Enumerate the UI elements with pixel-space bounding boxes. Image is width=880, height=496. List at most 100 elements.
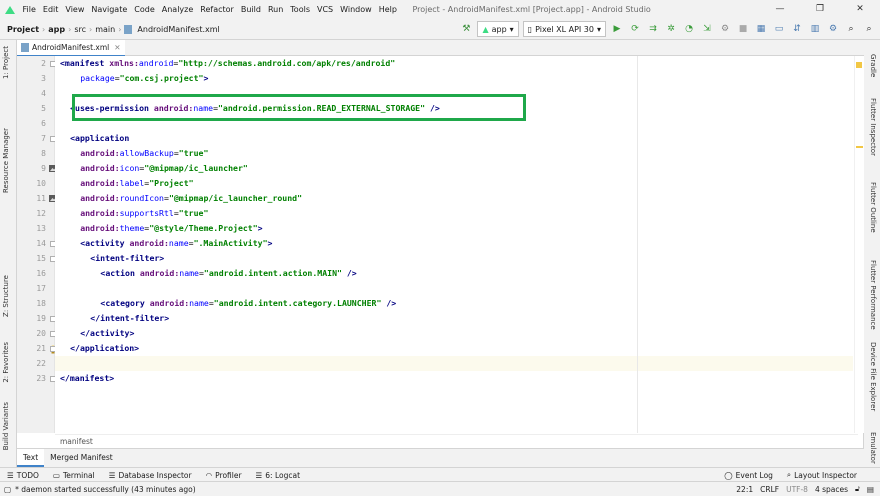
line-number[interactable]: 4: [17, 86, 46, 101]
indent-setting[interactable]: 4 spaces: [815, 485, 848, 494]
menu-item-window[interactable]: Window: [337, 5, 376, 14]
line-number[interactable]: 12: [17, 206, 46, 221]
code-line[interactable]: <intent-filter>: [55, 251, 853, 266]
hammer-icon[interactable]: ⚒: [459, 22, 473, 36]
close-tab-icon[interactable]: ✕: [114, 43, 120, 52]
code-line[interactable]: </activity>: [55, 326, 853, 341]
editor-tab-manifest[interactable]: AndroidManifest.xml ✕: [17, 40, 125, 57]
code-line[interactable]: </application>: [55, 341, 853, 356]
flutter-outline-tool-tab[interactable]: Flutter Outline: [869, 182, 877, 233]
flutter-inspector-tool-tab[interactable]: Flutter Inspector: [869, 98, 877, 156]
line-number[interactable]: 5: [17, 101, 46, 116]
xml-breadcrumb[interactable]: manifest: [55, 434, 858, 449]
line-number[interactable]: 20: [17, 326, 46, 341]
settings-icon[interactable]: ⚙: [826, 22, 840, 36]
status-message[interactable]: * daemon started successfully (43 minute…: [15, 485, 196, 494]
line-number[interactable]: 14: [17, 236, 46, 251]
line-number[interactable]: 22: [17, 356, 46, 371]
device-select[interactable]: ▯ Pixel XL API 30 ▾: [522, 21, 606, 37]
line-number[interactable]: 6: [17, 116, 46, 131]
menu-item-edit[interactable]: Edit: [39, 5, 62, 14]
breadcrumb-project[interactable]: Project: [5, 25, 41, 34]
code-line[interactable]: [55, 281, 853, 296]
breadcrumb-src[interactable]: src: [72, 25, 88, 34]
tool-button-todo[interactable]: ☰ TODO: [0, 471, 46, 480]
line-number[interactable]: 13: [17, 221, 46, 236]
caret-position[interactable]: 22:1: [736, 485, 753, 494]
code-line[interactable]: android:icon="@mipmap/ic_launcher": [55, 161, 853, 176]
close-button[interactable]: ✕: [840, 0, 880, 19]
file-encoding[interactable]: UTF-8: [786, 485, 808, 494]
breadcrumb-app[interactable]: app: [46, 25, 67, 34]
tab-text[interactable]: Text: [17, 449, 45, 467]
gradle-tool-tab[interactable]: Gradle: [869, 54, 877, 77]
menu-item-run[interactable]: Run: [264, 5, 286, 14]
menu-item-tools[interactable]: Tools: [287, 5, 314, 14]
project-structure-icon[interactable]: ▦: [754, 22, 768, 36]
error-stripe-mark[interactable]: [856, 146, 863, 148]
line-number[interactable]: 15: [17, 251, 46, 266]
code-line[interactable]: <manifest xmlns:android="http://schemas.…: [55, 56, 853, 71]
menu-item-vcs[interactable]: VCS: [314, 5, 337, 14]
line-number[interactable]: 23: [17, 371, 46, 386]
line-number[interactable]: 8: [17, 146, 46, 161]
run-config-select[interactable]: ▲ app ▾: [477, 21, 519, 37]
structure-tool-tab[interactable]: Z: Structure: [2, 275, 10, 317]
project-tool-tab[interactable]: 1: Project: [2, 46, 10, 79]
code-line[interactable]: android:label="Project": [55, 176, 853, 191]
breadcrumb-file[interactable]: AndroidManifest.xml: [135, 25, 221, 34]
code-line[interactable]: android:supportsRtl="true": [55, 206, 853, 221]
code-line[interactable]: </manifest>: [55, 371, 853, 386]
code-line[interactable]: <category android:name="android.intent.c…: [55, 296, 853, 311]
line-number[interactable]: 19: [17, 311, 46, 326]
code-line[interactable]: <activity android:name=".MainActivity">: [55, 236, 853, 251]
code-line[interactable]: <application: [55, 131, 853, 146]
status-toggle-icon[interactable]: ▢: [4, 485, 11, 494]
tab-merged-manifest[interactable]: Merged Manifest: [44, 449, 119, 467]
code-line[interactable]: </intent-filter>: [55, 311, 853, 326]
build-variants-tool-tab[interactable]: Build Variants: [2, 402, 10, 450]
favorites-tool-tab[interactable]: 2: Favorites: [2, 342, 10, 383]
code-line[interactable]: package="com.csj.project">: [55, 71, 853, 86]
debug-icon[interactable]: ✲: [664, 22, 678, 36]
warning-marker-icon[interactable]: [856, 62, 862, 68]
apply-changes-icon[interactable]: ⟳: [628, 22, 642, 36]
layout-inspector-button[interactable]: ⌕ Layout Inspector: [780, 470, 864, 480]
line-number[interactable]: 10: [17, 176, 46, 191]
minimize-button[interactable]: —: [760, 0, 800, 19]
flutter-performance-tool-tab[interactable]: Flutter Performance: [869, 260, 877, 330]
menu-item-refactor[interactable]: Refactor: [197, 5, 238, 14]
line-number[interactable]: 2: [17, 56, 46, 71]
menu-item-navigate[interactable]: Navigate: [88, 5, 131, 14]
stop-icon[interactable]: ■: [736, 22, 750, 36]
profile-icon[interactable]: ◔: [682, 22, 696, 36]
menu-item-help[interactable]: Help: [375, 5, 400, 14]
tool-button-terminal[interactable]: ▭ Terminal: [46, 471, 102, 480]
sdk-manager-icon[interactable]: ▥: [808, 22, 822, 36]
device-file-explorer-tool-tab[interactable]: Device File Explorer: [869, 342, 877, 411]
tool-button-database-inspector[interactable]: ☰ Database Inspector: [102, 471, 199, 480]
line-number[interactable]: 3: [17, 71, 46, 86]
apply-code-changes-icon[interactable]: ⇉: [646, 22, 660, 36]
line-separator[interactable]: CRLF: [760, 485, 779, 494]
breadcrumb-main[interactable]: main: [93, 25, 117, 34]
code-line[interactable]: android:theme="@style/Theme.Project">: [55, 221, 853, 236]
run-icon[interactable]: ▶: [610, 22, 624, 36]
maximize-button[interactable]: ❐: [800, 0, 840, 19]
tool-button-profiler[interactable]: ◠ Profiler: [199, 471, 249, 480]
line-number[interactable]: 9: [17, 161, 46, 176]
editor-scrollbar[interactable]: [854, 56, 864, 433]
memory-icon[interactable]: ▤: [867, 485, 874, 494]
code-line[interactable]: android:allowBackup="true": [55, 146, 853, 161]
attach-debugger-icon[interactable]: ⇲: [700, 22, 714, 36]
line-number[interactable]: 18: [17, 296, 46, 311]
avd-manager-icon[interactable]: ▭: [772, 22, 786, 36]
line-number[interactable]: 21: [17, 341, 46, 356]
menu-item-analyze[interactable]: Analyze: [158, 5, 197, 14]
line-number[interactable]: 16: [17, 266, 46, 281]
search-everywhere-icon[interactable]: ⌕: [862, 22, 876, 36]
event-log-button[interactable]: ◯ Event Log: [717, 471, 780, 480]
lock-icon[interactable]: 🔓︎: [855, 484, 860, 494]
tool-button-6-logcat[interactable]: ☰ 6: Logcat: [249, 471, 307, 480]
emulator-tool-tab[interactable]: Emulator: [869, 432, 877, 464]
